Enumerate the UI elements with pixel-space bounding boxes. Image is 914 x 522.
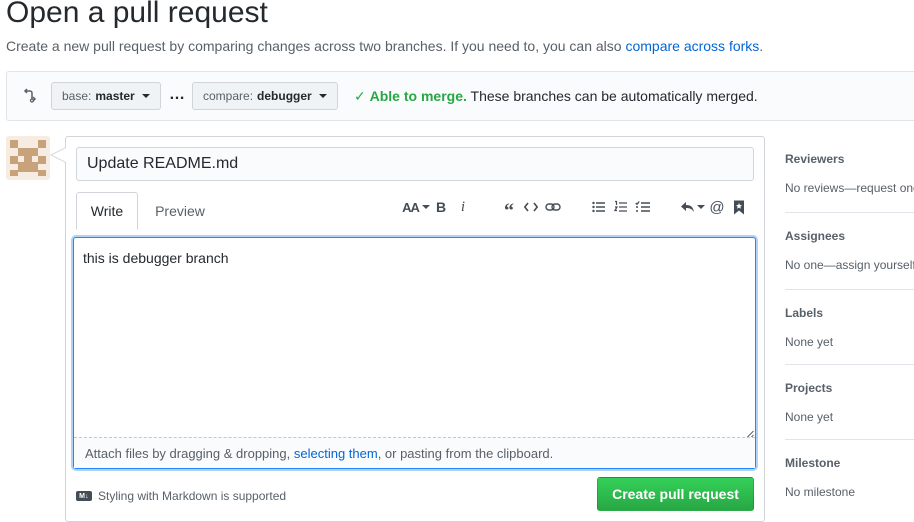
page-subtitle: Create a new pull request by comparing c… [6, 38, 763, 54]
base-branch-select[interactable]: base: master [51, 82, 161, 110]
compare-label: compare: [203, 89, 254, 103]
quote-icon[interactable]: “ [499, 197, 519, 221]
sidebar-heading: Projects [785, 381, 833, 395]
sidebar-value[interactable]: No reviews—request one [785, 181, 914, 195]
git-compare-icon [22, 87, 38, 103]
ordered-list-icon[interactable] [611, 197, 631, 217]
attach-text: Attach files by dragging & dropping, [85, 446, 294, 461]
resize-handle-icon[interactable] [745, 426, 754, 439]
tab-preview[interactable]: Preview [142, 192, 218, 230]
markdown-note-text: Styling with Markdown is supported [98, 489, 287, 503]
mention-icon[interactable]: @ [707, 197, 727, 217]
base-label: base: [62, 89, 92, 103]
italic-icon[interactable]: i [453, 197, 473, 217]
page-title: Open a pull request [6, 0, 268, 29]
attach-suffix: , or pasting from the clipboard. [377, 446, 554, 461]
merge-status-label: Able to merge. [369, 88, 467, 104]
base-branch-value: master [95, 89, 135, 103]
bookmark-icon[interactable] [729, 197, 749, 217]
select-files-link[interactable]: selecting them [294, 446, 378, 461]
sidebar-heading: Reviewers [785, 152, 845, 166]
markdown-note[interactable]: M↓ Styling with Markdown is supported [76, 489, 286, 503]
sidebar-assignees[interactable]: Assignees No one—assign yourself [785, 229, 914, 290]
merge-status-detail: These branches can be automatically merg… [470, 88, 758, 104]
sidebar-reviewers[interactable]: Reviewers No reviews—request one [785, 152, 914, 213]
bold-icon[interactable]: B [431, 197, 451, 217]
sidebar-value: No milestone [785, 485, 856, 499]
sidebar-value[interactable]: No one—assign yourself [785, 258, 914, 272]
markdown-toolbar: AA B i “ @ [402, 196, 751, 221]
body-textarea[interactable] [73, 237, 756, 469]
check-icon: ✓ [354, 88, 366, 104]
compare-branch-value: debugger [257, 89, 312, 103]
sidebar-value: None yet [785, 410, 834, 424]
sidebar-labels[interactable]: Labels None yet [785, 306, 914, 365]
avatar[interactable] [6, 136, 50, 180]
task-list-icon[interactable] [633, 197, 653, 217]
tab-write[interactable]: Write [76, 192, 138, 230]
body-text[interactable]: this is debugger branch [83, 250, 229, 266]
compare-branch-select[interactable]: compare: debugger [192, 82, 338, 110]
subtitle-text: Create a new pull request by comparing c… [6, 38, 626, 54]
caret-down-icon [141, 94, 150, 98]
sidebar-heading: Milestone [785, 456, 841, 470]
file-drop-zone[interactable]: Attach files by dragging & dropping, sel… [74, 437, 755, 468]
subtitle-period: . [759, 38, 764, 54]
markdown-icon: M↓ [76, 491, 92, 501]
text-size-icon[interactable]: AA [402, 197, 430, 217]
caret-down-icon [318, 94, 327, 98]
create-pull-request-button[interactable]: Create pull request [597, 477, 754, 511]
range-separator: … [169, 86, 186, 103]
title-input[interactable] [76, 147, 754, 181]
sidebar-heading: Labels [785, 306, 824, 320]
sidebar-projects[interactable]: Projects None yet [785, 381, 914, 440]
compare-across-forks-link[interactable]: compare across forks [625, 38, 759, 54]
code-icon[interactable] [521, 197, 541, 217]
sidebar-milestone[interactable]: Milestone No milestone [785, 456, 914, 506]
reply-icon[interactable] [679, 197, 705, 217]
link-icon[interactable] [543, 197, 563, 217]
sidebar-value: None yet [785, 335, 834, 349]
merge-status: ✓ Able to merge. These branches can be a… [354, 88, 758, 105]
sidebar-heading: Assignees [785, 229, 846, 243]
unordered-list-icon[interactable] [589, 197, 609, 217]
